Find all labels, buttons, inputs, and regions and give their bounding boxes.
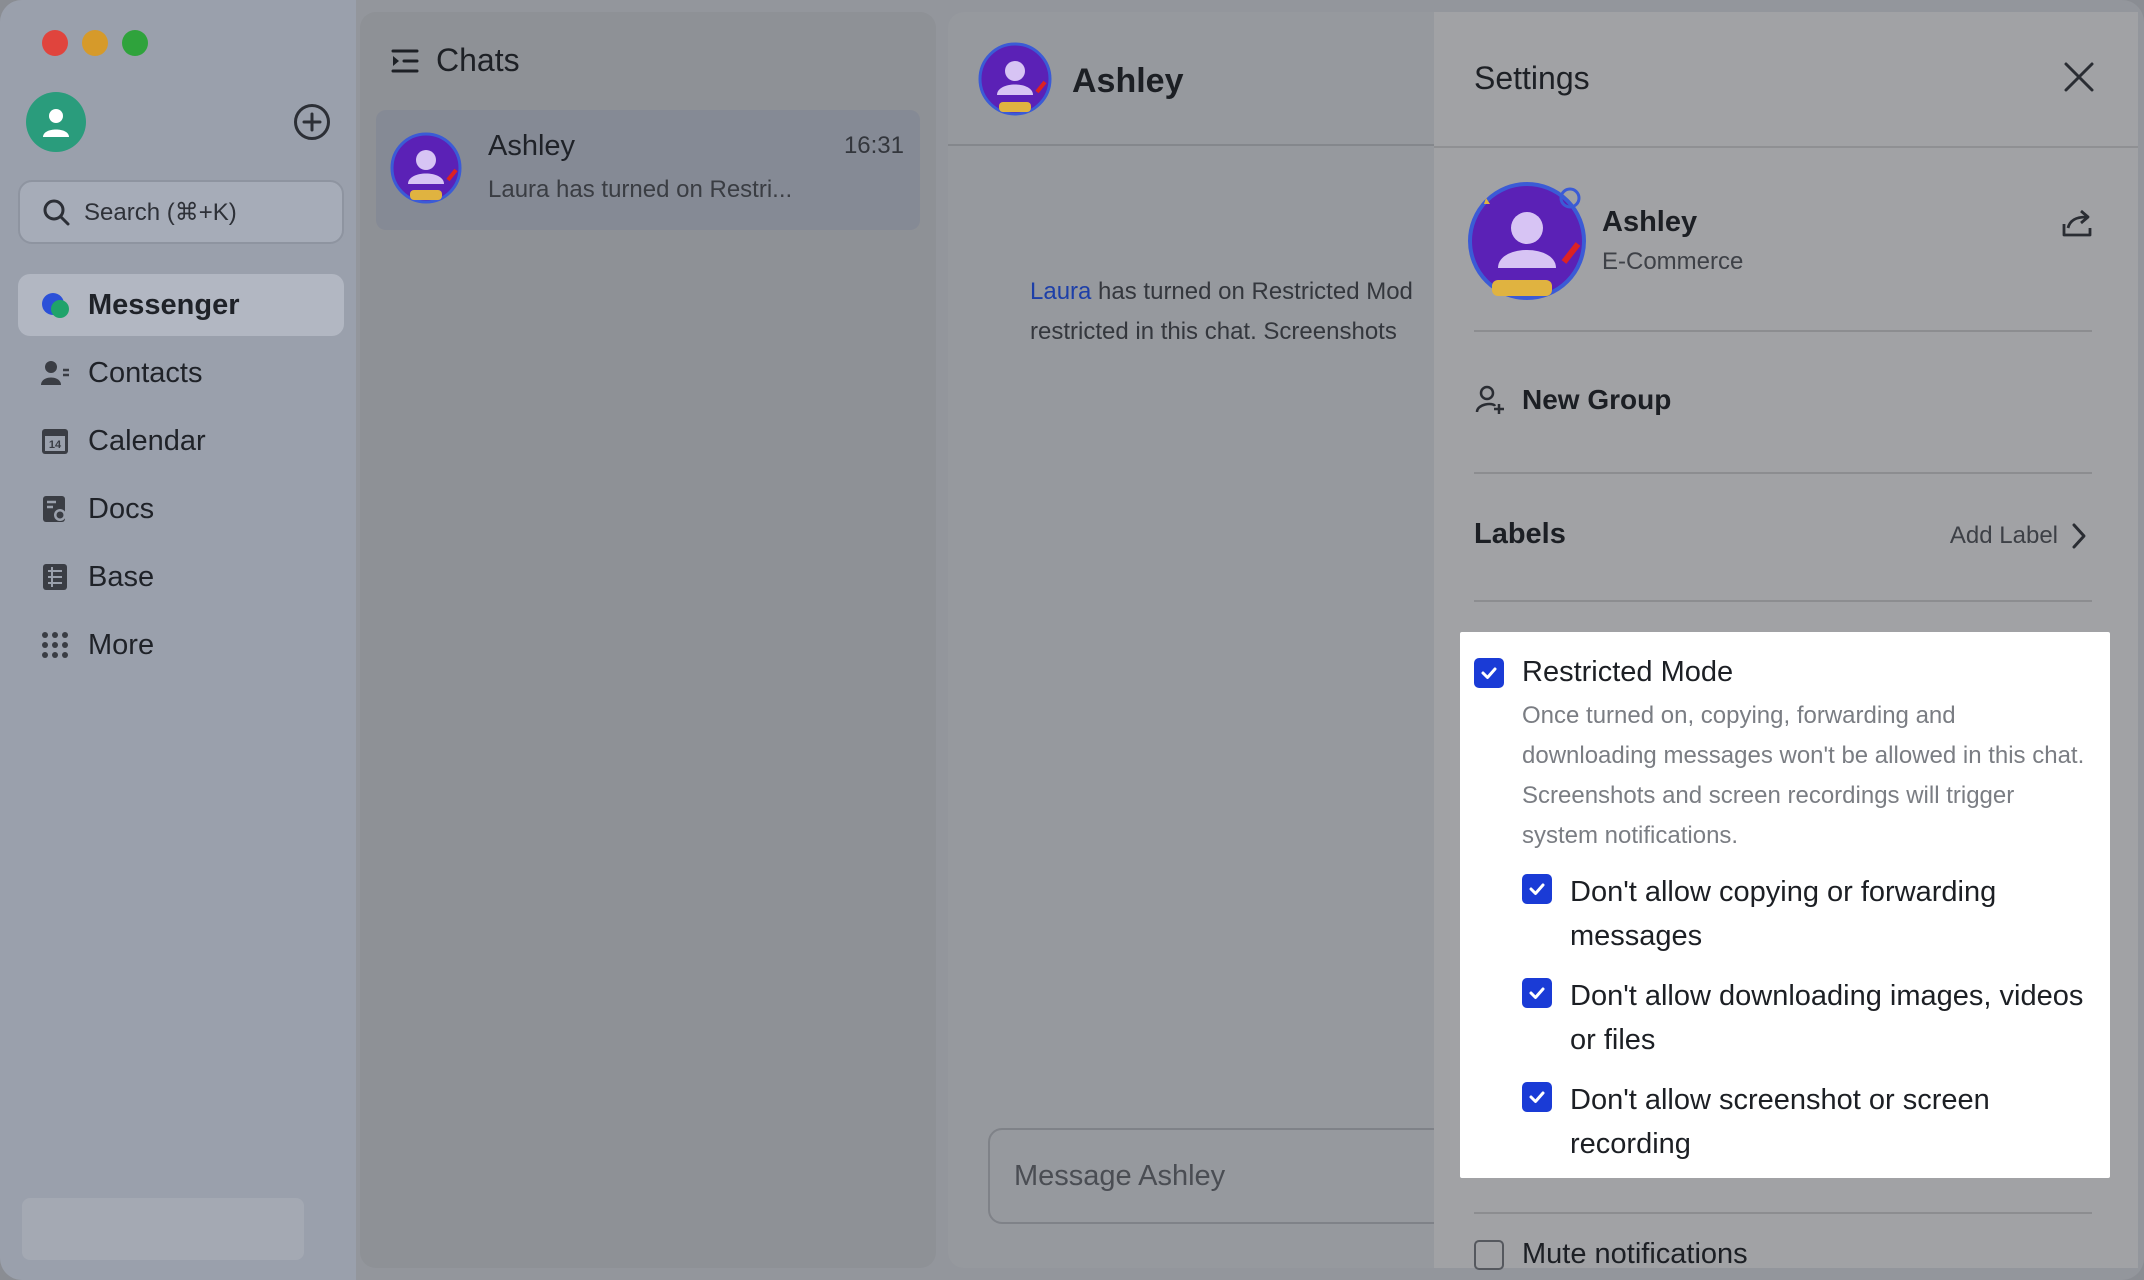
new-group-button[interactable]: New Group <box>1474 384 1671 416</box>
sidebar-item-label: Contacts <box>88 356 203 389</box>
sidebar: Search (⌘+K) Messenger Contacts 14 Calen… <box>0 0 356 1280</box>
contacts-icon <box>40 358 70 388</box>
avatar[interactable] <box>26 92 86 152</box>
message-placeholder: Message Ashley <box>1014 1159 1226 1192</box>
checkbox-checked[interactable] <box>1522 874 1552 904</box>
system-message-line1: has turned on Restricted Mod <box>1091 278 1413 305</box>
settings-panel: Settings Ashley E-Commerce New Group Lab… <box>1434 12 2138 1271</box>
close-icon[interactable] <box>2062 60 2096 94</box>
divider <box>1474 600 2092 602</box>
user-icon <box>43 109 69 137</box>
new-group-label: New Group <box>1522 384 1672 415</box>
sidebar-item-label: Base <box>88 560 155 593</box>
divider <box>1434 146 2138 148</box>
plus-icon <box>302 112 322 132</box>
search-icon <box>43 199 70 226</box>
checkbox-checked[interactable] <box>1474 657 1504 688</box>
system-message: Laura has turned on Restricted Mod restr… <box>1030 272 1450 352</box>
restricted-mode-toggle[interactable]: Restricted Mode <box>1474 656 1733 689</box>
profile-subtitle: E-Commerce <box>1602 248 1744 275</box>
svg-text:14: 14 <box>49 439 62 451</box>
sidebar-item-contacts[interactable]: Contacts <box>18 342 344 404</box>
option-no-download[interactable]: Don't allow downloading images, videos o… <box>1522 974 2100 1062</box>
restricted-mode-description: Once turned on, copying, forwarding and … <box>1522 702 2085 849</box>
close-window-button[interactable] <box>42 30 68 56</box>
settings-title: Settings <box>1474 60 1590 96</box>
chat-preview: Laura has turned on Restri... <box>488 176 793 203</box>
chats-header: Chats <box>390 42 520 79</box>
minimize-window-button[interactable] <box>82 30 108 56</box>
option-label: Don't allow downloading images, videos o… <box>1570 980 2084 1056</box>
chevron-right-icon <box>2072 523 2086 549</box>
avatar[interactable] <box>978 42 1052 116</box>
add-button[interactable] <box>294 104 330 140</box>
search-placeholder: Search (⌘+K) <box>84 198 237 226</box>
option-no-screenshot[interactable]: Don't allow screenshot or screen recordi… <box>1522 1078 2100 1166</box>
sidebar-item-messenger[interactable]: Messenger <box>18 274 344 336</box>
chat-time: 16:31 <box>843 132 904 159</box>
check-icon <box>1481 667 1497 679</box>
more-icon <box>40 630 70 660</box>
share-icon[interactable] <box>2060 206 2094 240</box>
chat-name: Ashley <box>488 130 576 162</box>
app-window: Search (⌘+K) Messenger Contacts 14 Calen… <box>0 0 2144 1280</box>
divider <box>1474 330 2092 332</box>
checkbox-checked[interactable] <box>1522 1082 1552 1112</box>
checkbox-unchecked[interactable] <box>1474 1239 1504 1270</box>
option-no-copy-forward[interactable]: Don't allow copying or forwarding messag… <box>1522 870 2100 958</box>
avatar <box>390 132 462 204</box>
labels-title: Labels <box>1474 518 1566 550</box>
restricted-mode-title: Restricted Mode <box>1522 656 1734 688</box>
messenger-icon <box>40 290 70 320</box>
sidebar-footer[interactable] <box>22 1198 304 1260</box>
check-icon <box>1529 987 1545 999</box>
option-label: Don't allow screenshot or screen recordi… <box>1570 1084 1990 1160</box>
divider <box>1474 1212 2092 1214</box>
divider <box>1474 472 2092 474</box>
checkbox-checked[interactable] <box>1522 978 1552 1008</box>
sidebar-item-docs[interactable]: Docs <box>18 478 344 540</box>
avatar[interactable] <box>1466 180 1588 302</box>
restricted-mode-section: Restricted Mode Once turned on, copying,… <box>1460 632 2110 1178</box>
chats-title: Chats <box>436 42 520 78</box>
docs-icon <box>40 494 70 524</box>
actor-link[interactable]: Laura <box>1030 278 1091 305</box>
add-label-button[interactable]: Add Label <box>1950 522 2088 550</box>
check-icon <box>1529 883 1545 895</box>
list-item[interactable]: Ashley 16:31 Laura has turned on Restri.… <box>376 110 920 230</box>
sidebar-item-more[interactable]: More <box>18 614 344 676</box>
sidebar-item-label: Docs <box>88 492 155 525</box>
check-icon <box>1529 1091 1545 1103</box>
mute-notifications-toggle[interactable]: Mute notifications <box>1474 1238 1748 1271</box>
maximize-window-button[interactable] <box>122 30 148 56</box>
mute-notifications-label: Mute notifications <box>1522 1238 1748 1270</box>
option-label: Don't allow copying or forwarding messag… <box>1570 876 1997 952</box>
chats-panel: Chats Ashley 16:31 Laura has turned on R… <box>360 12 936 1268</box>
add-user-icon <box>1475 385 1504 414</box>
sidebar-item-base[interactable]: Base <box>18 546 344 608</box>
add-label-text: Add Label <box>1949 522 2058 549</box>
sidebar-item-label: Calendar <box>88 424 206 457</box>
search-input[interactable]: Search (⌘+K) <box>18 180 344 244</box>
sidebar-item-calendar[interactable]: 14 Calendar <box>18 410 344 472</box>
conversation-title: Ashley <box>1072 62 1184 100</box>
calendar-icon: 14 <box>40 426 70 456</box>
sidebar-item-label: More <box>88 628 155 661</box>
system-message-line2: restricted in this chat. Screenshots <box>1030 318 1397 345</box>
profile-name: Ashley <box>1602 206 1698 238</box>
sidebar-item-label: Messenger <box>88 288 240 321</box>
list-collapse-icon[interactable] <box>390 46 420 76</box>
base-icon <box>40 562 70 592</box>
